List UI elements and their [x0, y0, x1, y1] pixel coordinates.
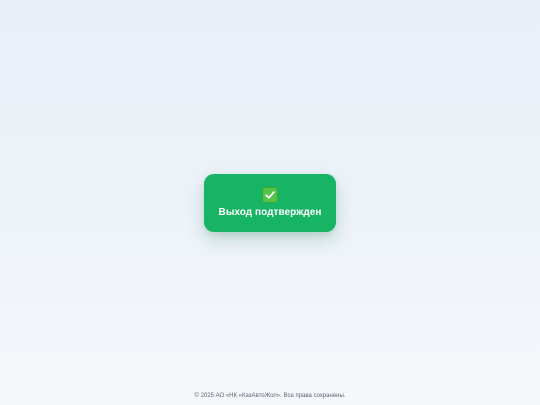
toast-message: Выход подтвержден — [218, 207, 322, 218]
logout-confirmed-toast: Выход подтвержден — [204, 174, 336, 232]
check-mark-icon — [262, 187, 278, 203]
footer-copyright: © 2025 АО «НК «КазАвтоЖол». Все права со… — [194, 393, 346, 399]
page: Выход подтвержден © 2025 АО «НК «КазАвто… — [0, 0, 540, 405]
